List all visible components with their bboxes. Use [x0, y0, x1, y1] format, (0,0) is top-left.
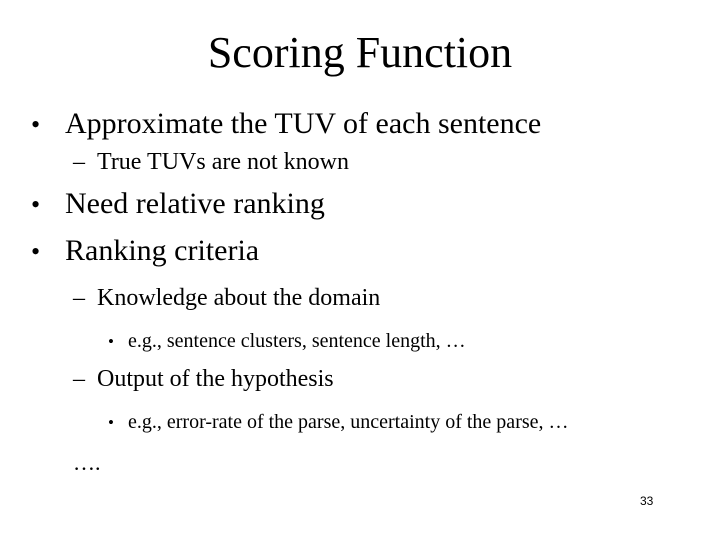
bullet-relative-ranking: • Need relative ranking [31, 187, 325, 222]
bullet-ranking-criteria: • Ranking criteria [31, 234, 259, 269]
subsubbullet-domain-examples: • e.g., sentence clusters, sentence lengt… [108, 329, 466, 354]
bullet-icon: • [31, 110, 41, 139]
bullet-icon: • [108, 413, 114, 432]
bullet-text: Approximate the TUV of each sentence [65, 107, 542, 140]
bullet-icon: • [31, 190, 41, 219]
dash-icon: – [73, 366, 85, 392]
dash-icon: – [73, 149, 85, 175]
slide-title: Scoring Function [207, 28, 513, 77]
dash-icon: – [73, 285, 85, 311]
page-number: 33 [640, 494, 654, 508]
subbullet-text: Knowledge about the domain [97, 285, 381, 311]
bullet-text: Ranking criteria [65, 234, 260, 267]
subbullet-true-tuvs: – True TUVs are not known [73, 148, 349, 176]
trailing-ellipsis: …. [73, 450, 101, 475]
bullet-text: Need relative ranking [65, 187, 325, 220]
subbullet-hypothesis-output: – Output of the hypothesis [73, 365, 334, 393]
subbullet-domain-knowledge: – Knowledge about the domain [73, 284, 380, 312]
subbullet-text: Output of the hypothesis [97, 366, 334, 392]
subsubbullet-hypothesis-examples: • e.g., error-rate of the parse, uncertai… [108, 410, 569, 435]
bullet-icon: • [31, 237, 41, 266]
subsubbullet-text: e.g., error-rate of the parse, uncertain… [128, 411, 569, 433]
bullet-approximate-tuv: • Approximate the TUV of each sentence [31, 107, 541, 142]
subsubbullet-text: e.g., sentence clusters, sentence length… [128, 330, 466, 352]
bullet-icon: • [108, 332, 114, 351]
subbullet-text: True TUVs are not known [97, 149, 349, 175]
